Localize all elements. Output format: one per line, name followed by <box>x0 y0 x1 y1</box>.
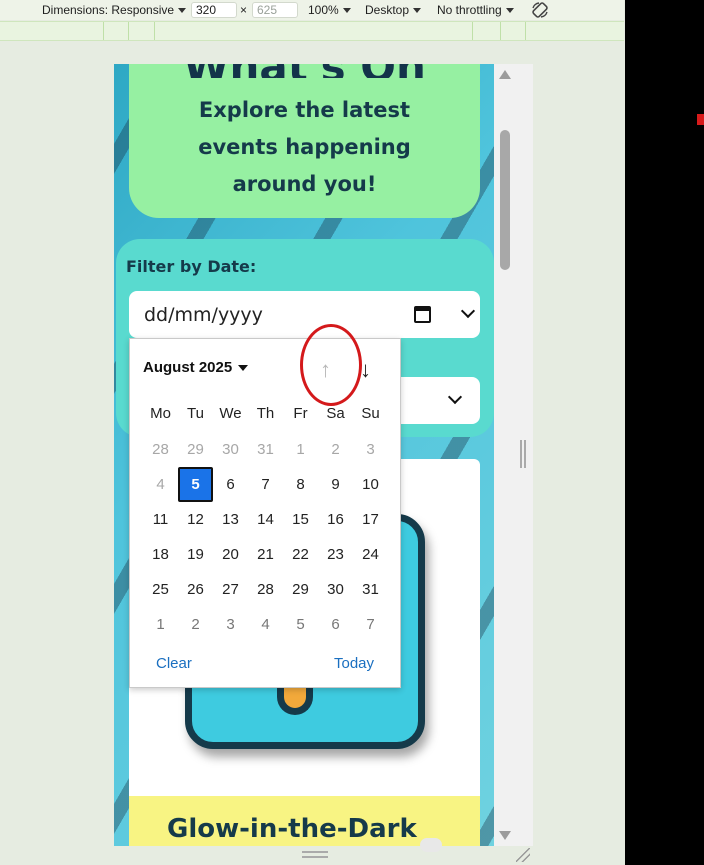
throttling-dropdown[interactable]: No throttling <box>437 3 514 17</box>
scroll-thumb[interactable] <box>500 130 510 270</box>
day-cell[interactable]: 17 <box>353 502 388 537</box>
hero-section: What's On Explore the latest events happ… <box>129 64 480 218</box>
chevron-down-icon <box>342 7 351 13</box>
zoom-label: 100% <box>308 3 339 17</box>
day-cell[interactable]: 4 <box>143 467 178 502</box>
weekday-label: We <box>219 405 242 422</box>
weekday-label: Sa <box>326 405 345 422</box>
day-cell[interactable]: 14 <box>248 502 283 537</box>
devtools-toolbar: Dimensions: Responsive 320 × 625 100% De… <box>0 0 624 20</box>
day-cell[interactable]: 24 <box>353 537 388 572</box>
category-select[interactable] <box>401 377 480 424</box>
weekday-label: Th <box>256 405 275 422</box>
date-input[interactable]: dd/mm/yyyy <box>129 291 480 338</box>
day-cell[interactable]: 29 <box>283 572 318 607</box>
day-cell[interactable]: 20 <box>213 537 248 572</box>
day-cell[interactable]: 15 <box>283 502 318 537</box>
throttling-label: No throttling <box>437 3 502 17</box>
calendar-icon[interactable] <box>414 306 431 323</box>
weekday-label: Tu <box>187 405 204 422</box>
weekday-label: Fr <box>293 405 308 422</box>
day-cell[interactable]: 3 <box>353 432 388 467</box>
day-cell[interactable]: 28 <box>143 432 178 467</box>
day-cell[interactable]: 4 <box>248 607 283 642</box>
day-cell[interactable]: 13 <box>213 502 248 537</box>
day-cell[interactable]: 7 <box>248 467 283 502</box>
day-cell[interactable]: 7 <box>353 607 388 642</box>
day-cell[interactable]: 11 <box>143 502 178 537</box>
month-year-selector[interactable]: August 2025 <box>143 359 232 376</box>
scroll-up-arrow[interactable] <box>499 70 511 79</box>
day-cell[interactable]: 22 <box>283 537 318 572</box>
day-cell[interactable]: 29 <box>178 432 213 467</box>
filter-label: Filter by Date: <box>126 257 257 276</box>
weekday-label: Mo <box>150 405 171 422</box>
error-indicator <box>697 114 704 125</box>
selected-day[interactable]: 5 <box>178 467 213 502</box>
day-cell[interactable]: 1 <box>143 607 178 642</box>
day-cell[interactable]: 21 <box>248 537 283 572</box>
date-picker-popup: August 2025 ↑ ↓ Mo Tu We Th Fr Sa Su 28 29 30 31 1… <box>129 338 401 688</box>
hero-subtitle: Explore the latest events happening arou… <box>198 98 411 196</box>
chevron-down-icon <box>505 7 514 13</box>
resize-handle-corner[interactable] <box>516 848 530 862</box>
partial-decoration <box>420 838 442 852</box>
media-query-ruler <box>0 21 624 41</box>
clear-button[interactable]: Clear <box>156 655 192 672</box>
day-cell[interactable]: 3 <box>213 607 248 642</box>
device-dropdown[interactable]: Desktop <box>365 3 422 17</box>
times-sign: × <box>240 3 248 17</box>
day-cell[interactable]: 10 <box>353 467 388 502</box>
day-cell[interactable]: 8 <box>283 467 318 502</box>
day-cell[interactable]: 12 <box>178 502 213 537</box>
event-title: Glow-in-the-Dark <box>167 814 417 844</box>
chevron-down-icon <box>413 7 422 13</box>
height-input[interactable]: 625 <box>252 2 298 18</box>
day-cell[interactable]: 28 <box>248 572 283 607</box>
zoom-dropdown[interactable]: 100% <box>308 3 351 17</box>
annotation-circle <box>300 324 362 406</box>
scroll-down-arrow[interactable] <box>499 831 511 840</box>
day-cell[interactable]: 6 <box>318 607 353 642</box>
day-cell[interactable]: 18 <box>143 537 178 572</box>
day-cell[interactable]: 31 <box>353 572 388 607</box>
day-cell[interactable]: 16 <box>318 502 353 537</box>
rotate-icon[interactable] <box>530 0 550 20</box>
day-cell[interactable]: 2 <box>178 607 213 642</box>
day-cell[interactable]: 5 <box>283 607 318 642</box>
dimensions-label: Dimensions: Responsive <box>42 3 175 17</box>
day-cell[interactable]: 30 <box>318 572 353 607</box>
chevron-down-icon <box>447 389 463 405</box>
date-placeholder: dd/mm/yyyy <box>144 304 263 326</box>
day-cell[interactable]: 30 <box>213 432 248 467</box>
today-button[interactable]: Today <box>334 655 374 672</box>
day-cell[interactable]: 31 <box>248 432 283 467</box>
day-cell[interactable]: 2 <box>318 432 353 467</box>
weekday-label: Su <box>361 405 380 422</box>
day-cell[interactable]: 19 <box>178 537 213 572</box>
resize-handle-right[interactable] <box>520 440 526 468</box>
device-label: Desktop <box>365 3 410 17</box>
day-cell[interactable]: 26 <box>178 572 213 607</box>
width-input[interactable]: 320 <box>191 2 237 18</box>
day-cell[interactable]: 27 <box>213 572 248 607</box>
day-cell[interactable]: 23 <box>318 537 353 572</box>
chevron-down-icon[interactable] <box>460 303 476 319</box>
page-title: What's On <box>129 64 480 78</box>
chevron-down-icon[interactable] <box>238 365 248 371</box>
dimensions-dropdown[interactable]: Dimensions: Responsive <box>42 3 187 17</box>
day-cell[interactable]: 25 <box>143 572 178 607</box>
day-cell[interactable]: 9 <box>318 467 353 502</box>
day-cell[interactable]: 1 <box>283 432 318 467</box>
chevron-down-icon <box>178 7 187 13</box>
day-cell[interactable]: 6 <box>213 467 248 502</box>
side-panel <box>625 0 704 865</box>
resize-handle-bottom[interactable] <box>302 851 328 858</box>
